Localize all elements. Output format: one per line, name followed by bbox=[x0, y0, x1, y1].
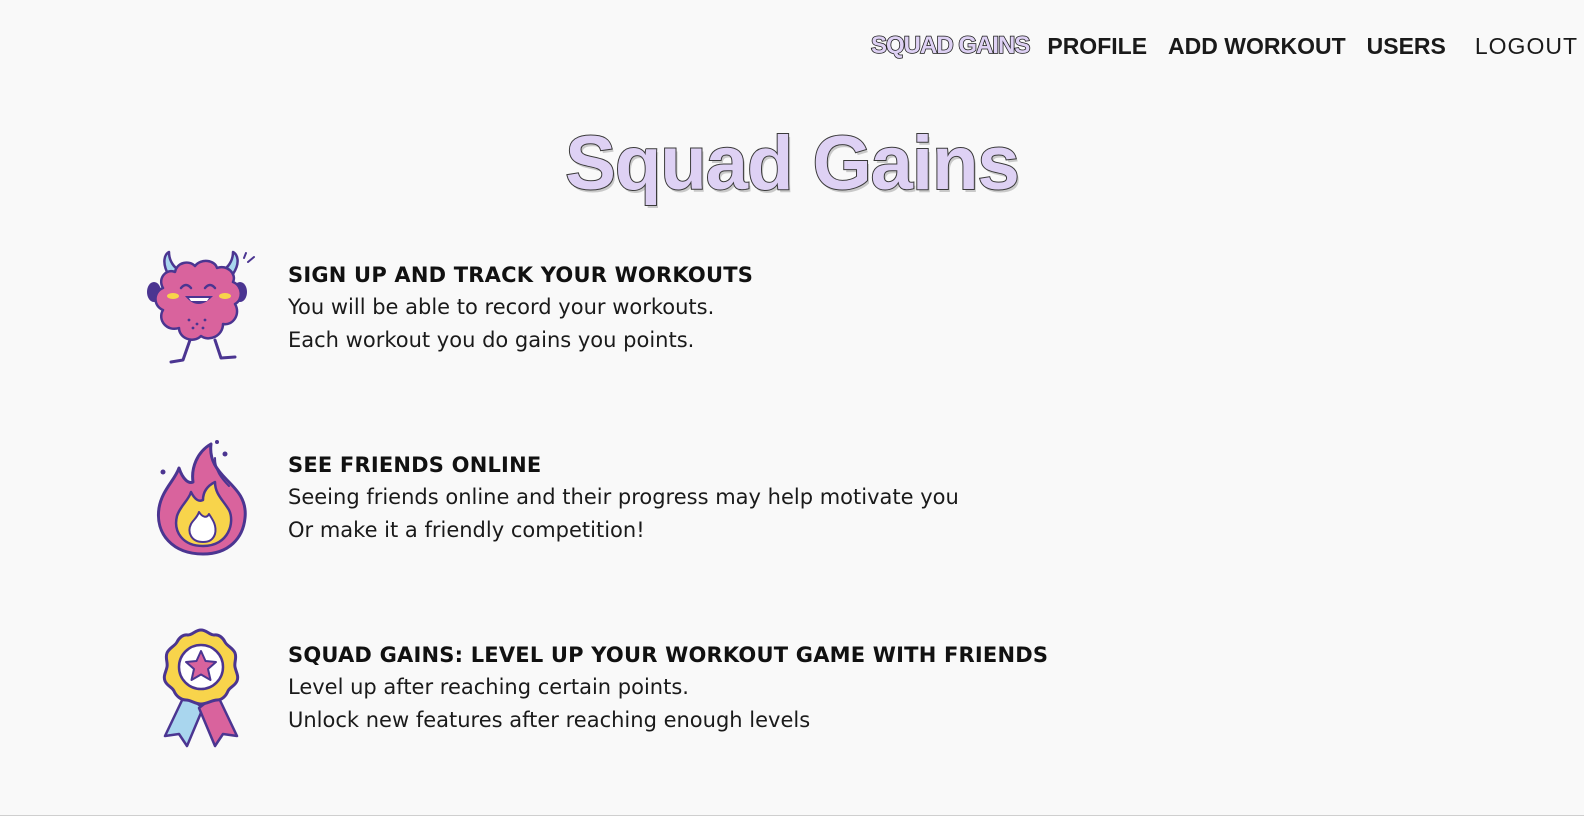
feature-description-line: Seeing friends online and their progress… bbox=[288, 485, 959, 509]
feature-title: SEE FRIENDS ONLINE bbox=[288, 453, 542, 477]
feature-title: SQUAD GAINS: LEVEL UP YOUR WORKOUT GAME … bbox=[288, 643, 1049, 667]
brand-link[interactable]: SQUAD GAINS bbox=[870, 31, 1031, 60]
feature-description-line: Unlock new features after reaching enoug… bbox=[288, 708, 811, 732]
feature-description-line: You will be able to record your workouts… bbox=[288, 295, 715, 319]
monster-icon bbox=[145, 248, 265, 368]
nav-link-add-workout[interactable]: ADD WORKOUT bbox=[1168, 33, 1346, 60]
feature-track-workouts: SIGN UP AND TRACK YOUR WORKOUTS You will… bbox=[145, 248, 753, 368]
feature-friends-online: SEE FRIENDS ONLINE Seeing friends online… bbox=[145, 438, 959, 558]
nav-link-users[interactable]: USERS bbox=[1367, 33, 1446, 60]
feature-description-line: Each workout you do gains you points. bbox=[288, 328, 695, 352]
feature-title: SIGN UP AND TRACK YOUR WORKOUTS bbox=[288, 263, 754, 287]
logout-link[interactable]: LOGOUT bbox=[1475, 33, 1578, 60]
page-title: Squad Gains bbox=[564, 120, 1021, 207]
feature-description-line: Or make it a friendly competition! bbox=[288, 518, 645, 542]
feature-level-up: SQUAD GAINS: LEVEL UP YOUR WORKOUT GAME … bbox=[145, 628, 1048, 748]
fire-icon bbox=[145, 438, 265, 558]
top-navbar: SQUAD GAINS PROFILE ADD WORKOUT USERS LO… bbox=[870, 26, 1578, 66]
feature-description-line: Level up after reaching certain points. bbox=[288, 675, 689, 699]
nav-link-profile[interactable]: PROFILE bbox=[1047, 33, 1147, 60]
award-ribbon-icon bbox=[145, 628, 265, 748]
